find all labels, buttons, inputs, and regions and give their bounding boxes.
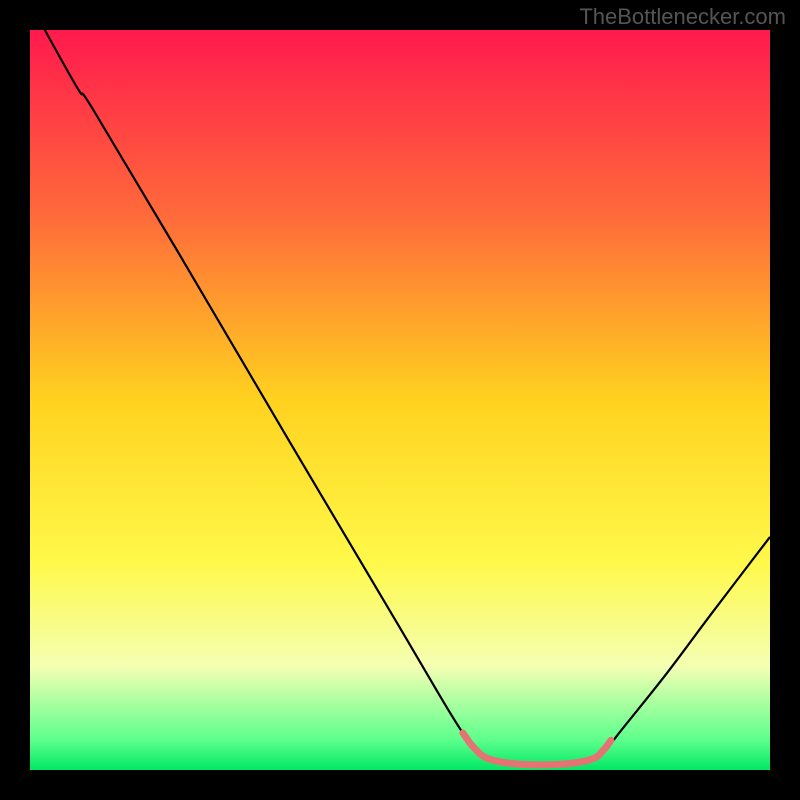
chart-background bbox=[30, 30, 770, 770]
chart-svg bbox=[30, 30, 770, 770]
chart-container bbox=[30, 30, 770, 770]
watermark-text: TheBottlenecker.com bbox=[579, 4, 786, 30]
